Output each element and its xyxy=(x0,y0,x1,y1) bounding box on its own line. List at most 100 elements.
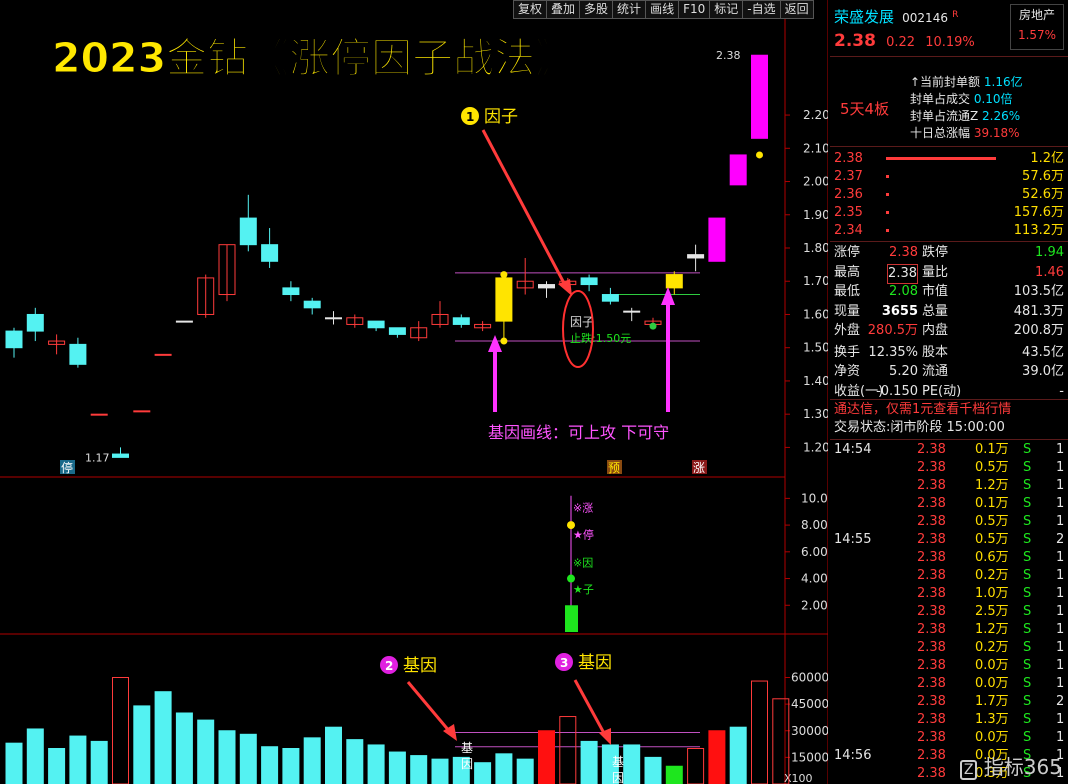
tick-row: 2.38 0.5万 S 1 xyxy=(830,459,1068,477)
toolbar-btn-0[interactable]: 复权 xyxy=(513,0,548,19)
bid-bar xyxy=(886,193,889,196)
chart-area[interactable]: 1.20 1.30 1.40 1.50 1.60 1.70 1.80 1.90 2.00 2.10… xyxy=(0,0,828,784)
price-tick-label: 1.70 xyxy=(803,274,828,288)
tick-price: 2.38 xyxy=(917,586,946,601)
quote-value: 103.5亿 xyxy=(1013,284,1064,299)
tick-side: S xyxy=(1023,514,1032,529)
quote-label: 跌停 xyxy=(922,245,949,260)
tick-volume: 0.0万 xyxy=(975,676,1009,691)
candle-body xyxy=(687,254,705,259)
toolbar-btn-4[interactable]: 画线 xyxy=(645,0,680,19)
quote-label: 内盘 xyxy=(922,323,949,338)
toolbar-btn-6[interactable]: 标记 xyxy=(709,0,744,19)
badge-1-num: 1 xyxy=(466,110,474,124)
bid-row[interactable]: 2.37 57.6万 xyxy=(830,168,1068,186)
quote-value: 481.3万 xyxy=(1013,303,1064,319)
tick-price: 2.38 xyxy=(917,442,946,457)
bid-row[interactable]: 2.36 52.6万 xyxy=(830,186,1068,204)
candle-body xyxy=(133,410,151,413)
ind-label: ※涨 xyxy=(573,502,593,515)
signal-dot xyxy=(756,151,763,159)
tick-row: 2.38 0.5万 S 1 xyxy=(830,513,1068,531)
quote-row: 最高 2.38 量比 1.46 xyxy=(830,263,1068,284)
seal-value: 39.18% xyxy=(973,126,1020,140)
candle-body xyxy=(325,317,342,320)
candle-body xyxy=(26,313,44,332)
tick-count: 2 xyxy=(1056,694,1065,709)
tick-volume: 2.5万 xyxy=(975,604,1009,619)
toolbar-btn-5[interactable]: F10 xyxy=(678,0,711,19)
quote-label: 现量 xyxy=(834,303,861,319)
candle-body xyxy=(601,294,619,302)
stock-code: 002146 xyxy=(902,11,948,26)
volume-bar xyxy=(665,765,683,784)
badge-2-num: 2 xyxy=(385,659,393,673)
candle-body xyxy=(239,217,257,246)
arrow-1 xyxy=(481,129,567,286)
volume-bar xyxy=(559,716,577,784)
tick-side: S xyxy=(1023,694,1032,709)
candle-body xyxy=(452,317,470,325)
tick-side: S xyxy=(1023,532,1032,547)
tick-count: 1 xyxy=(1056,604,1065,619)
volume-bar xyxy=(495,753,513,784)
toolbar-btn-7[interactable]: -自选 xyxy=(742,0,781,19)
tick-price: 2.38 xyxy=(917,568,946,583)
vol-tick-label: 30000 xyxy=(791,724,828,738)
tick-side: S xyxy=(1023,586,1032,601)
tick-count: 1 xyxy=(1056,676,1065,691)
volume-bar xyxy=(687,748,705,784)
tick-price: 2.38 xyxy=(917,532,946,547)
quote-label: 量比 xyxy=(922,264,949,280)
tick-row: 2.38 0.0万 S 1 xyxy=(830,657,1068,675)
quote-value: 2.38 xyxy=(889,245,918,260)
sector-name: 房地产 xyxy=(1018,8,1055,22)
bid-row[interactable]: 2.35 157.6万 xyxy=(830,204,1068,222)
tick-side: S xyxy=(1023,442,1032,457)
tick-count: 1 xyxy=(1056,496,1065,511)
tick-side: S xyxy=(1023,460,1032,475)
toolbar-btn-1[interactable]: 叠加 xyxy=(546,0,581,19)
candle-body xyxy=(282,287,300,296)
volume-bar xyxy=(431,758,449,784)
signal-dot xyxy=(500,337,508,345)
tag-yu: 预 xyxy=(608,461,620,475)
tick-price: 2.38 xyxy=(917,496,946,511)
tick-volume: 1.3万 xyxy=(975,712,1009,727)
tick-price: 2.38 xyxy=(917,460,946,475)
tick-time: 14:55 xyxy=(834,532,872,547)
toolbar-btn-2[interactable]: 多股 xyxy=(579,0,614,19)
volume-bar xyxy=(410,755,428,784)
tick-volume: 1.0万 xyxy=(975,586,1009,601)
toolbar-btn-8[interactable]: 返回 xyxy=(779,0,814,19)
seal-value: 1.16亿 xyxy=(983,75,1023,89)
tick-row: 2.38 0.2万 S 1 xyxy=(830,567,1068,585)
ind-marker xyxy=(567,574,575,583)
tick-price: 2.38 xyxy=(917,748,946,763)
tick-time: 14:56 xyxy=(834,748,872,763)
candle-body xyxy=(175,320,193,323)
volume-bar xyxy=(175,712,193,784)
quote-value: 1.94 xyxy=(1035,245,1064,260)
quote-value: 200.8万 xyxy=(1013,323,1064,338)
bid-row[interactable]: 2.38 1.2亿 xyxy=(830,150,1068,168)
promo-link[interactable]: 通达信，仅需1元查看千档行情 xyxy=(830,401,1068,419)
quote-value: 2.08 xyxy=(889,284,918,299)
chart-svg[interactable]: 1.20 1.30 1.40 1.50 1.60 1.70 1.80 1.90 2.00 2.10… xyxy=(0,0,828,784)
quote-label: 股本 xyxy=(922,344,949,360)
toolbar-btn-3[interactable]: 统计 xyxy=(612,0,647,19)
tick-price: 2.38 xyxy=(917,676,946,691)
factor-ellipse xyxy=(562,290,594,368)
tick-count: 1 xyxy=(1056,712,1065,727)
bid-row[interactable]: 2.34 113.2万 xyxy=(830,222,1068,240)
stock-name[interactable]: 荣盛发展 xyxy=(834,8,894,26)
vol-tick-label: 45000 xyxy=(791,697,828,711)
tick-volume: 0.2万 xyxy=(975,568,1009,583)
candle-body xyxy=(90,413,108,416)
tick-price: 2.38 xyxy=(917,730,946,745)
trade-status: 交易状态:闭市阶段 15:00:00 xyxy=(830,419,1068,437)
tick-row: 2.38 1.2万 S 1 xyxy=(830,621,1068,639)
quote-label: PE(动) xyxy=(922,383,962,399)
tick-volume: 1.2万 xyxy=(975,622,1009,637)
tick-side: S xyxy=(1023,730,1032,745)
